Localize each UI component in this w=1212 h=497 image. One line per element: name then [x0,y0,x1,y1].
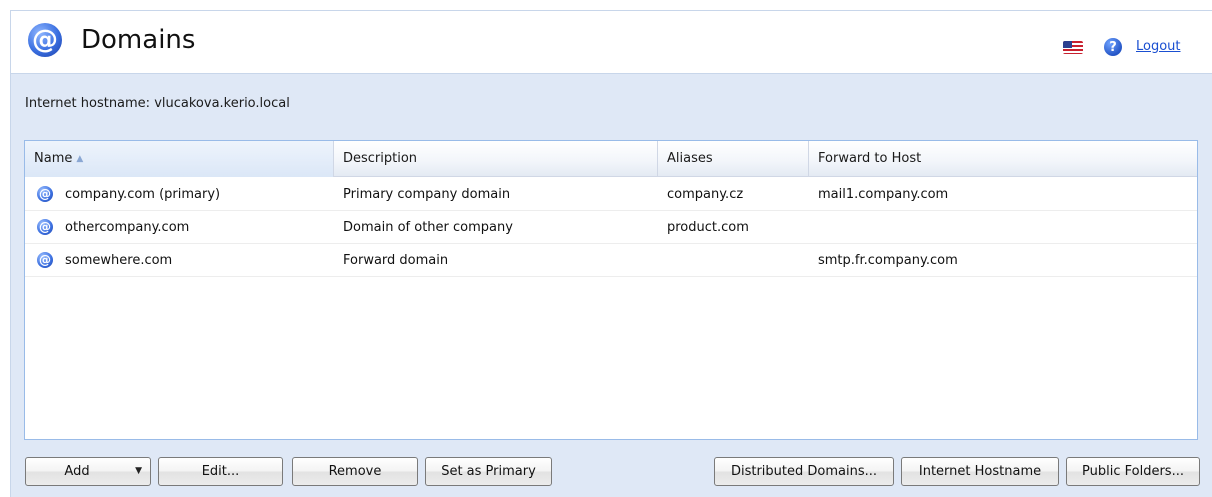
set-as-primary-label: Set as Primary [441,464,536,479]
remove-button[interactable]: Remove [292,457,418,486]
domain-icon: @ [37,219,53,235]
internet-hostname-label-btn: Internet Hostname [918,464,1042,479]
column-header-aliases[interactable]: Aliases [658,141,809,177]
domains-logo-icon: @ [28,23,62,57]
description-cell: Forward domain [343,253,449,268]
set-as-primary-button[interactable]: Set as Primary [425,457,552,486]
dropdown-arrow-icon[interactable]: ▼ [135,466,142,476]
logout-link[interactable]: Logout [1136,39,1181,54]
column-header-description[interactable]: Description [334,141,658,177]
table-row[interactable]: @ company.com (primary) Primary company … [25,178,1197,211]
edit-button-label: Edit... [201,464,240,479]
distributed-domains-button[interactable]: Distributed Domains... [714,457,894,486]
table-row[interactable]: @ somewhere.com Forward domain smtp.fr.c… [25,244,1197,277]
add-button-label: Add [64,464,90,479]
column-header-forward-to-host[interactable]: Forward to Host [809,141,1199,177]
column-header-label: Aliases [667,151,713,166]
column-header-label: Description [343,151,418,166]
column-header-label: Forward to Host [818,151,922,166]
column-header-label: Name [34,151,73,166]
remove-button-label: Remove [328,464,382,479]
grid-header: Name ▲ Description Aliases Forward to Hos… [25,141,1197,177]
add-button[interactable]: Add ▼ [25,457,151,486]
forward-host-cell: smtp.fr.company.com [818,253,958,268]
page-title: Domains [81,25,196,55]
description-cell: Primary company domain [343,187,511,202]
edit-button[interactable]: Edit... [158,457,283,486]
domain-name-cell: somewhere.com [65,253,173,268]
table-row[interactable]: @ othercompany.com Domain of other compa… [25,211,1197,244]
aliases-cell: company.cz [667,187,744,202]
sort-ascending-icon: ▲ [76,154,84,164]
help-icon[interactable]: ? [1104,38,1122,56]
internet-hostname-label: Internet hostname: vlucakova.kerio.local [25,96,290,111]
domain-icon: @ [37,252,53,268]
forward-host-cell: mail1.company.com [818,187,949,202]
column-header-name[interactable]: Name ▲ [25,141,334,177]
page-header: @ Domains ? Logout [10,10,1212,73]
aliases-cell: product.com [667,220,749,235]
internet-hostname-button[interactable]: Internet Hostname [901,457,1059,486]
public-folders-label: Public Folders... [1082,464,1184,479]
domain-name-cell: company.com (primary) [65,187,221,202]
distributed-domains-label: Distributed Domains... [730,464,878,479]
us-flag-icon[interactable] [1063,41,1083,54]
domain-name-cell: othercompany.com [65,220,190,235]
domain-icon: @ [37,186,53,202]
domains-grid[interactable]: Name ▲ Description Aliases Forward to Hos… [24,140,1198,440]
description-cell: Domain of other company [343,220,513,235]
public-folders-button[interactable]: Public Folders... [1066,457,1200,486]
